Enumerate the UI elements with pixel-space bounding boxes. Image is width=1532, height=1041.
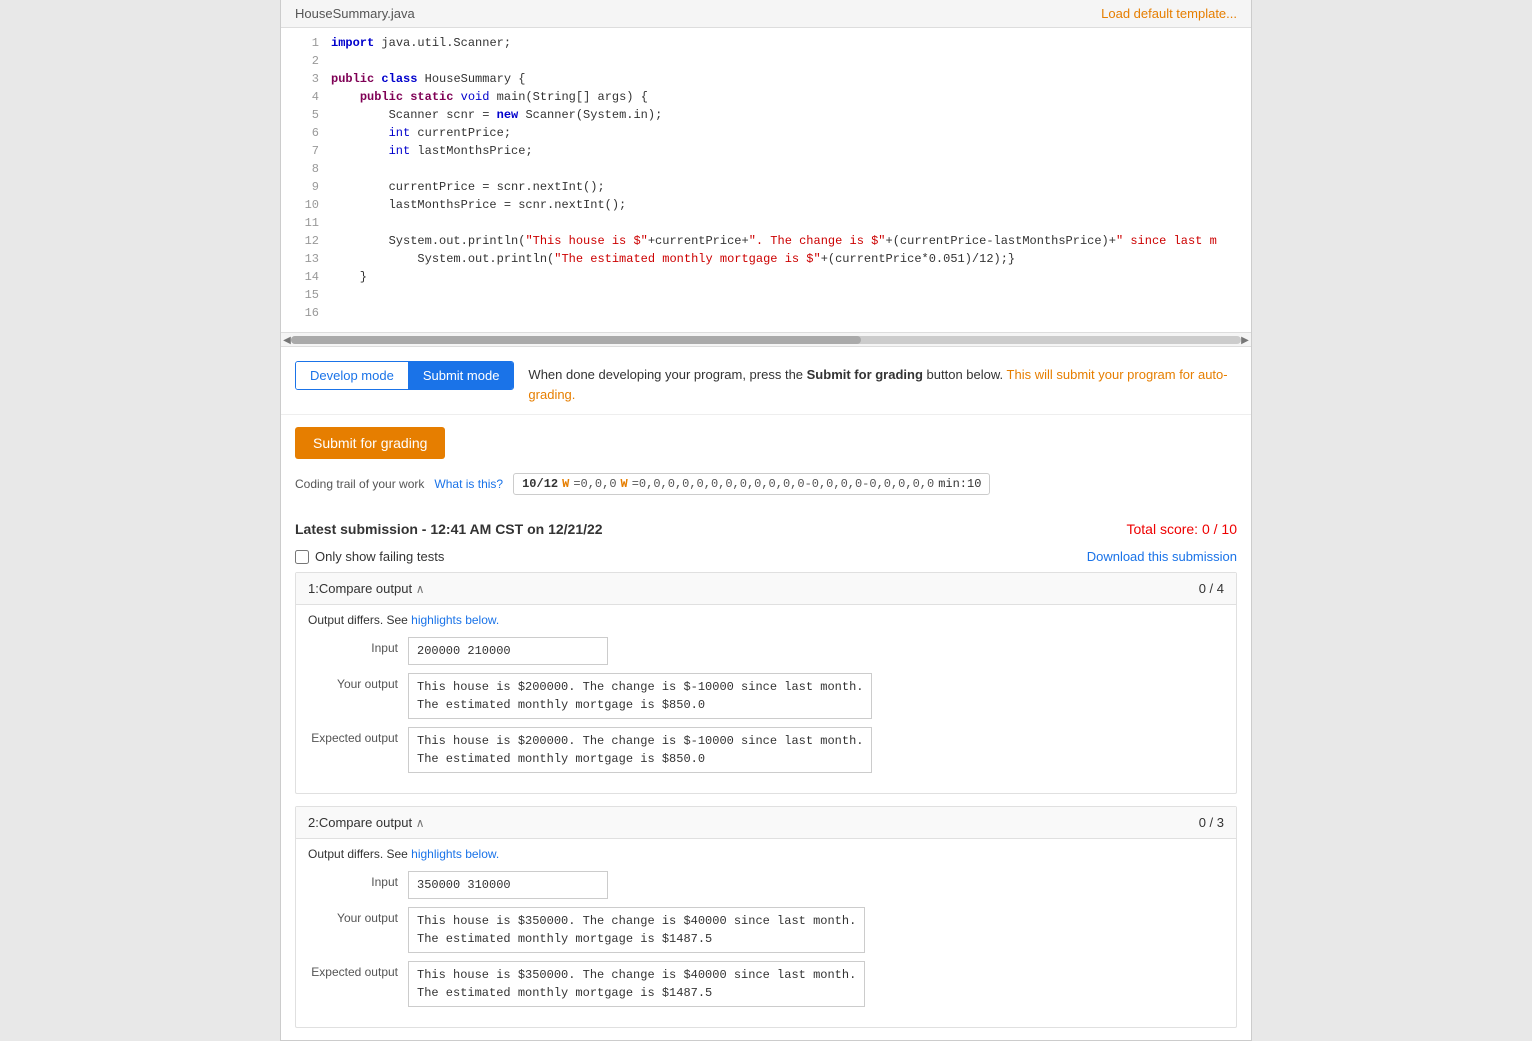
test-1-your-output-row: Your output This house is $200000. The c… — [308, 673, 1224, 719]
submission-title: Latest submission - 12:41 AM CST on 12/2… — [295, 521, 603, 537]
test-2-score: 0 / 3 — [1199, 815, 1224, 830]
test-2-expected-output-label: Expected output — [308, 961, 408, 979]
test-2-your-output-box: This house is $350000. The change is $40… — [408, 907, 865, 953]
submit-mode-button[interactable]: Submit mode — [409, 362, 514, 389]
test-1-body: Output differs. See highlights below. In… — [296, 605, 1236, 793]
test-2-chevron: ∧ — [416, 816, 425, 830]
coding-trail: Coding trail of your work What is this? … — [281, 469, 1251, 505]
test-1-your-output-box: This house is $200000. The change is $-1… — [408, 673, 872, 719]
test-2-expected-output-row: Expected output This house is $350000. T… — [308, 961, 1224, 1007]
test-1-expected-output-box: This house is $200000. The change is $-1… — [408, 727, 872, 773]
code-filename: HouseSummary.java — [295, 6, 415, 21]
test-1-expected-output-row: Expected output This house is $200000. T… — [308, 727, 1224, 773]
test-1-input-row: Input 200000 210000 — [308, 637, 1224, 665]
coding-trail-label: Coding trail of your work — [295, 477, 424, 491]
coding-trail-bar: 10/12 W =0,0,0 W =0,0,0,0,0,0,0,0,0,0,0,0-… — [513, 473, 990, 495]
trail-dots1: =0,0,0 — [573, 477, 616, 491]
test-1-expected-output-label: Expected output — [308, 727, 408, 745]
mode-desc-bold: Submit for grading — [807, 367, 923, 382]
test-2-your-output-row: Your output This house is $350000. The c… — [308, 907, 1224, 953]
test-1-input-label: Input — [308, 637, 408, 655]
test-1-header[interactable]: 1:Compare output ∧ 0 / 4 — [296, 573, 1236, 605]
download-submission-link[interactable]: Download this submission — [1087, 549, 1237, 564]
load-template-link[interactable]: Load default template... — [1101, 6, 1237, 21]
test-2-output-differs: Output differs. See highlights below. — [308, 847, 1224, 861]
test-1-chevron: ∧ — [416, 582, 425, 596]
mode-desc-prefix: When done developing your program, press… — [528, 367, 806, 382]
code-editor: HouseSummary.java Load default template.… — [281, 0, 1251, 347]
submission-header: Latest submission - 12:41 AM CST on 12/2… — [281, 505, 1251, 545]
total-score: Total score: 0 / 10 — [1126, 521, 1237, 537]
code-body: 1import java.util.Scanner; 2 3public cla… — [281, 28, 1251, 332]
failing-tests-checkbox[interactable] — [295, 550, 309, 564]
test-2-input-box: 350000 310000 — [408, 871, 608, 899]
trail-count: 10/12 — [522, 477, 558, 491]
highlights-link-2[interactable]: highlights below. — [411, 847, 499, 861]
test-2-header[interactable]: 2:Compare output ∧ 0 / 3 — [296, 807, 1236, 839]
trail-min: min:10 — [938, 477, 981, 491]
test-2-your-output-label: Your output — [308, 907, 408, 925]
test-1-your-output-label: Your output — [308, 673, 408, 691]
develop-mode-button[interactable]: Develop mode — [296, 362, 409, 389]
horizontal-scrollbar[interactable]: ◀ ▶ — [281, 332, 1251, 346]
scroll-right-arrow[interactable]: ▶ — [1239, 333, 1251, 346]
failing-tests-label: Only show failing tests — [315, 549, 444, 564]
what-is-this-link[interactable]: What is this? — [434, 477, 503, 491]
trail-w1: W — [562, 477, 569, 491]
test-2-body: Output differs. See highlights below. In… — [296, 839, 1236, 1027]
test-section-1: 1:Compare output ∧ 0 / 4 Output differs.… — [295, 572, 1237, 794]
test-1-score: 0 / 4 — [1199, 581, 1224, 596]
test-2-title: 2:Compare output ∧ — [308, 815, 425, 830]
mode-description: When done developing your program, press… — [528, 361, 1237, 404]
trail-dots2: =0,0,0,0,0,0,0,0,0,0,0,0-0,0,0,0-0,0,0,0… — [632, 477, 934, 491]
mode-desc-suffix: button below. — [923, 367, 1003, 382]
submit-section: Submit for grading — [281, 415, 1251, 469]
test-1-output-differs: Output differs. See highlights below. — [308, 613, 1224, 627]
filter-row: Only show failing tests Download this su… — [281, 545, 1251, 572]
test-section-2: 2:Compare output ∧ 0 / 3 Output differs.… — [295, 806, 1237, 1028]
test-2-input-row: Input 350000 310000 — [308, 871, 1224, 899]
mode-buttons: Develop mode Submit mode — [295, 361, 514, 390]
highlights-link-1[interactable]: highlights below. — [411, 613, 499, 627]
trail-w2: W — [621, 477, 628, 491]
submit-for-grading-button[interactable]: Submit for grading — [295, 427, 445, 459]
test-1-input-box: 200000 210000 — [408, 637, 608, 665]
filter-left: Only show failing tests — [295, 549, 444, 564]
mode-section: Develop mode Submit mode When done devel… — [281, 347, 1251, 415]
test-2-input-label: Input — [308, 871, 408, 889]
test-1-title: 1:Compare output ∧ — [308, 581, 425, 596]
test-2-expected-output-box: This house is $350000. The change is $40… — [408, 961, 865, 1007]
